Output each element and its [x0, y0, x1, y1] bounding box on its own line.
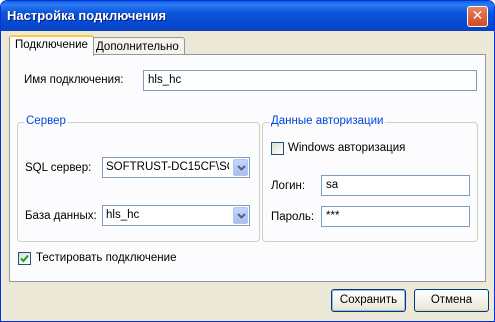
database-dropdown-button[interactable]	[233, 207, 248, 224]
password-input[interactable]: ***	[321, 206, 470, 227]
chevron-down-icon	[237, 165, 246, 171]
connection-name-label: Имя подключения:	[24, 74, 124, 86]
connection-name-input[interactable]: hls_hc	[143, 70, 477, 91]
test-connection-checkbox[interactable]	[18, 252, 31, 265]
sql-server-dropdown-button[interactable]	[233, 159, 248, 176]
sql-server-label: SQL сервер:	[25, 162, 92, 174]
dialog-window: Настройка подключения ✕ Подключение Допо…	[0, 0, 495, 322]
sql-server-select[interactable]: SOFTRUST-DC15CF\SQ	[102, 157, 250, 178]
server-group: Сервер SQL сервер: SOFTRUST-DC15CF\SQ Ба…	[17, 115, 260, 242]
auth-group: Данные авторизации Windows авторизация Л…	[262, 115, 478, 242]
database-label: База данных:	[25, 210, 97, 222]
tab-connection[interactable]: Подключение	[9, 35, 94, 56]
server-group-legend: Сервер	[24, 115, 68, 127]
close-icon: ✕	[471, 8, 484, 24]
login-label: Логин:	[271, 180, 306, 192]
sql-server-value: SOFTRUST-DC15CF\SQ	[106, 161, 229, 173]
title-bar[interactable]: Настройка подключения ✕	[1, 1, 494, 31]
login-input[interactable]: sa	[321, 175, 470, 196]
cancel-button[interactable]: Отмена	[414, 289, 489, 312]
test-connection-label: Тестировать подключение	[36, 252, 177, 264]
password-label: Пароль:	[271, 211, 315, 223]
save-button[interactable]: Сохранить	[331, 289, 406, 312]
window-title: Настройка подключения	[7, 8, 167, 23]
windows-auth-checkbox[interactable]	[271, 142, 284, 155]
auth-group-legend: Данные авторизации	[269, 115, 386, 127]
tab-panel-connection: Имя подключения: hls_hc Сервер SQL серве…	[9, 54, 486, 282]
close-button[interactable]: ✕	[467, 6, 488, 27]
chevron-down-icon	[237, 213, 246, 219]
checkmark-icon	[20, 254, 29, 263]
database-select[interactable]: hls_hc	[102, 205, 250, 226]
database-value: hls_hc	[106, 209, 140, 221]
windows-auth-label: Windows авторизация	[288, 142, 406, 154]
